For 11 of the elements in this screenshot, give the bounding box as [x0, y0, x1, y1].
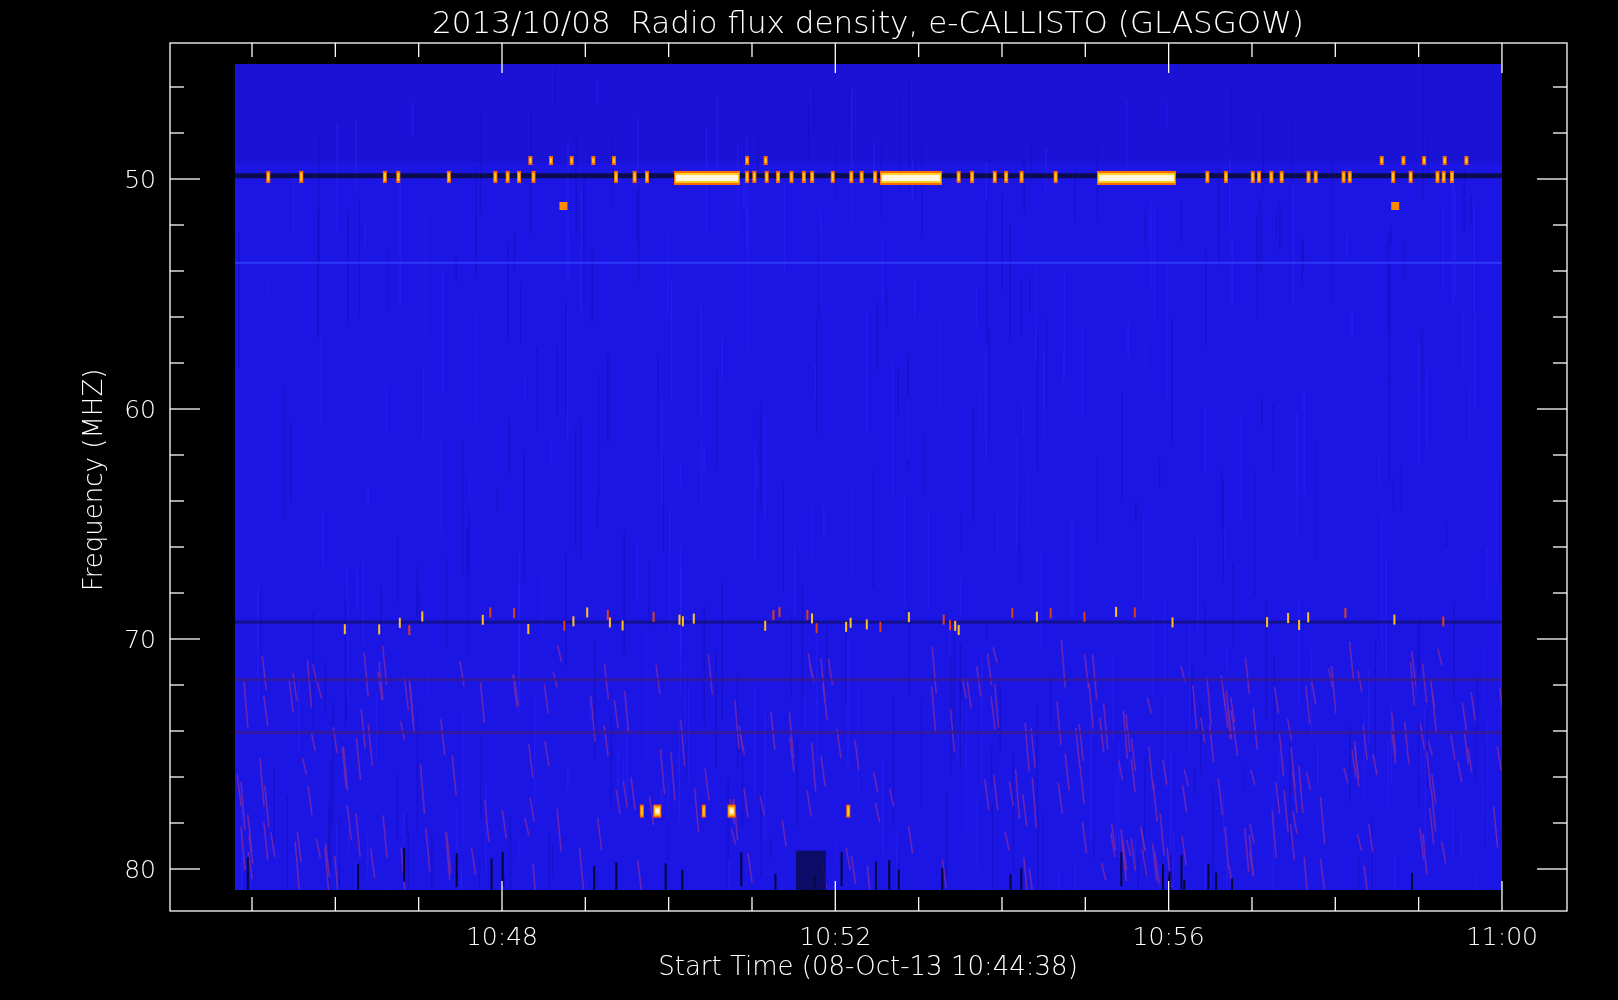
- tick-label: 60: [124, 395, 156, 424]
- tick-label: 10:52: [799, 922, 872, 951]
- tick-label: 10:56: [1132, 922, 1205, 951]
- axis-label: Start Time (08-Oct-13 10:44:38): [658, 951, 1078, 981]
- tick-label: 70: [124, 625, 156, 654]
- tick-label: 80: [124, 855, 156, 884]
- chart-title: 2013/10/08 Radio flux density, e-CALLISTO (GLASGOW): [432, 4, 1304, 40]
- tick-label: 10:48: [466, 922, 538, 951]
- tick-label: 11:00: [1465, 922, 1538, 951]
- axis-label: Frequency (MHZ): [78, 368, 108, 592]
- tick-label: 50: [124, 165, 156, 194]
